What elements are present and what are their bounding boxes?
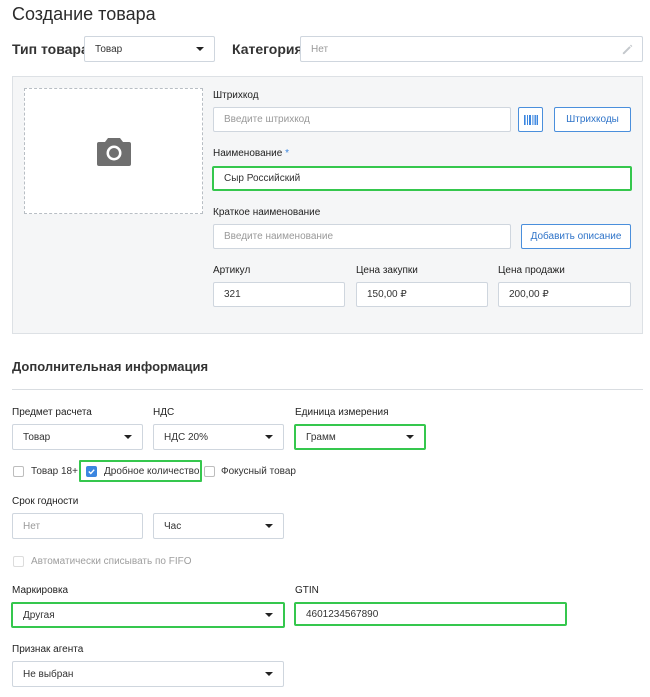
barcode-icon — [523, 114, 538, 125]
gtin-input[interactable]: 4601234567890 — [294, 602, 567, 626]
marking-select[interactable]: Другая — [11, 602, 285, 628]
name-value: Сыр Российский — [224, 173, 301, 184]
checkmark-icon — [88, 469, 95, 475]
short-name-placeholder: Введите наименование — [224, 231, 334, 242]
pencil-icon[interactable] — [621, 43, 634, 56]
short-name-label: Краткое наименование — [213, 207, 321, 218]
checkbox-18plus-label: Товар 18+ — [31, 466, 78, 477]
chevron-down-icon — [265, 524, 273, 528]
checkbox-fifo[interactable] — [13, 556, 24, 567]
shelf-life-placeholder: Нет — [23, 520, 41, 532]
vat-select[interactable]: НДС 20% — [153, 424, 284, 450]
shelf-life-input[interactable]: Нет — [12, 513, 143, 539]
sale-price-input[interactable]: 200,00 ₽ — [498, 282, 631, 307]
category-input[interactable]: Нет — [300, 36, 643, 62]
barcode-label: Штрихкод — [213, 90, 259, 101]
category-label: Категория — [232, 41, 303, 57]
purchase-price-value: 150,00 ₽ — [367, 289, 407, 300]
purchase-price-label: Цена закупки — [356, 265, 418, 276]
checkbox-fractional[interactable] — [86, 466, 97, 477]
section-divider — [12, 389, 643, 390]
barcode-scan-button[interactable] — [518, 107, 543, 132]
product-type-value: Товар — [95, 43, 123, 55]
add-description-button[interactable]: Добавить описание — [521, 224, 631, 249]
required-mark: * — [285, 148, 290, 159]
checkbox-18plus[interactable] — [13, 466, 24, 477]
barcode-placeholder: Введите штрихкод — [224, 114, 310, 125]
section-title: Дополнительная информация — [12, 359, 209, 374]
product-type-label: Тип товара — [12, 41, 89, 57]
vat-value: НДС 20% — [164, 431, 209, 443]
marking-label: Маркировка — [12, 585, 69, 596]
product-type-select[interactable]: Товар — [84, 36, 215, 62]
agent-select[interactable]: Не выбран — [12, 661, 284, 687]
checkbox-fractional-label: Дробное количество — [104, 466, 200, 477]
unit-label: Единица измерения — [295, 407, 389, 418]
unit-select[interactable]: Грамм — [294, 424, 426, 450]
photo-upload[interactable] — [24, 88, 203, 214]
chevron-down-icon — [406, 435, 414, 439]
chevron-down-icon — [196, 47, 204, 51]
camera-icon — [97, 138, 131, 166]
name-label-text: Наименование — [213, 148, 283, 159]
shelf-life-label: Срок годности — [12, 496, 79, 507]
marking-value: Другая — [23, 609, 55, 621]
chevron-down-icon — [124, 435, 132, 439]
unit-value: Грамм — [306, 431, 336, 443]
chevron-down-icon — [265, 435, 273, 439]
short-name-input[interactable]: Введите наименование — [213, 224, 511, 249]
category-placeholder: Нет — [311, 43, 329, 55]
sale-price-label: Цена продажи — [498, 265, 565, 276]
gtin-label: GTIN — [295, 585, 319, 596]
article-label: Артикул — [213, 265, 251, 276]
payment-subject-select[interactable]: Товар — [12, 424, 143, 450]
shelf-life-unit-select[interactable]: Час — [153, 513, 284, 539]
chevron-down-icon — [265, 672, 273, 676]
barcodes-button[interactable]: Штрихкоды — [554, 107, 631, 132]
checkbox-focus-label: Фокусный товар — [221, 466, 296, 477]
vat-label: НДС — [153, 407, 175, 418]
article-value: 321 — [224, 289, 241, 300]
payment-subject-label: Предмет расчета — [12, 407, 92, 418]
checkbox-fifo-label: Автоматически списывать по FIFO — [31, 556, 192, 567]
name-label: Наименование * — [213, 148, 289, 159]
gtin-value: 4601234567890 — [306, 608, 379, 620]
shelf-life-unit-value: Час — [164, 520, 182, 532]
agent-value: Не выбран — [23, 668, 74, 680]
name-input[interactable]: Сыр Российский — [212, 166, 632, 191]
sale-price-value: 200,00 ₽ — [509, 289, 549, 300]
barcode-input[interactable]: Введите штрихкод — [213, 107, 511, 132]
chevron-down-icon — [265, 613, 273, 617]
article-input[interactable]: 321 — [213, 282, 345, 307]
checkbox-focus[interactable] — [204, 466, 215, 477]
purchase-price-input[interactable]: 150,00 ₽ — [356, 282, 488, 307]
agent-label: Признак агента — [12, 644, 84, 655]
page-title: Создание товара — [12, 4, 156, 24]
payment-subject-value: Товар — [23, 431, 51, 443]
